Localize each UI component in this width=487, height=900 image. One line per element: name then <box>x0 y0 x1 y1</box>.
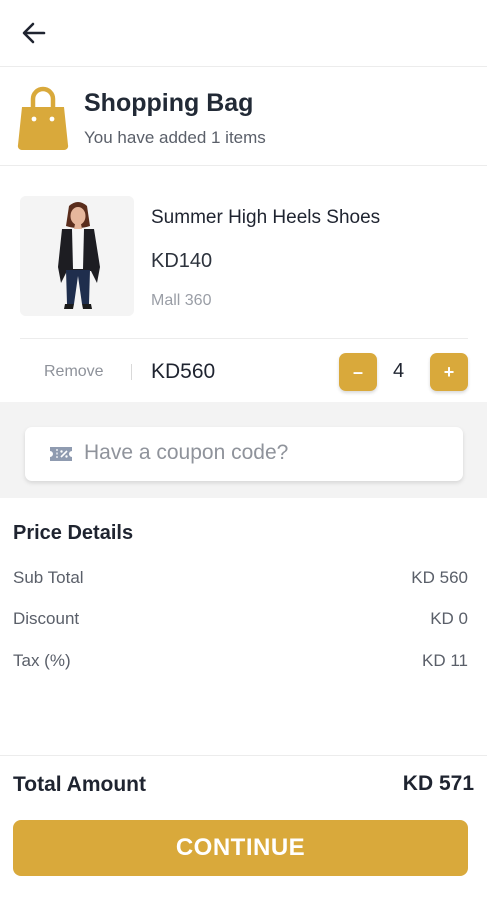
minus-icon: – <box>352 361 363 382</box>
divider <box>0 755 487 756</box>
plus-icon: + <box>443 361 455 382</box>
back-button[interactable] <box>16 16 52 50</box>
product-model-image <box>20 196 134 316</box>
shopping-bag-icon <box>17 86 69 151</box>
coupon-input[interactable]: Have a coupon code? <box>25 427 463 481</box>
line-total: KD560 <box>151 360 216 383</box>
product-price: KD140 <box>151 250 213 272</box>
product-photo[interactable] <box>20 196 134 316</box>
coupon-section: Have a coupon code? <box>0 402 487 498</box>
coupon-ticket-icon <box>50 447 72 461</box>
remove-button[interactable]: Remove <box>44 363 104 381</box>
discount-label: Discount <box>13 609 80 628</box>
total-amount-label: Total Amount <box>13 773 146 796</box>
continue-button[interactable]: CONTINUE <box>13 820 468 876</box>
arrow-left-icon <box>22 22 46 44</box>
coupon-placeholder: Have a coupon code? <box>84 441 289 464</box>
quantity-value: 4 <box>393 360 405 382</box>
discount-value: KD 0 <box>430 609 468 628</box>
tax-value: KD 11 <box>422 651 468 670</box>
product-store: Mall 360 <box>151 292 212 309</box>
items-count-text: You have added 1 items <box>84 128 266 147</box>
tax-label: Tax (%) <box>13 651 71 670</box>
divider <box>20 338 468 339</box>
subtotal-value: KD 560 <box>411 568 468 587</box>
bag-header: Shopping Bag You have added 1 items <box>0 67 487 166</box>
decrease-quantity-button[interactable]: – <box>339 353 377 391</box>
price-details-title: Price Details <box>13 522 134 544</box>
page-title: Shopping Bag <box>84 89 254 117</box>
separator <box>131 364 132 380</box>
increase-quantity-button[interactable]: + <box>430 353 468 391</box>
total-amount-value: KD 571 <box>402 772 474 795</box>
subtotal-label: Sub Total <box>13 568 84 587</box>
product-name[interactable]: Summer High Heels Shoes <box>151 207 380 229</box>
top-bar <box>0 0 487 67</box>
